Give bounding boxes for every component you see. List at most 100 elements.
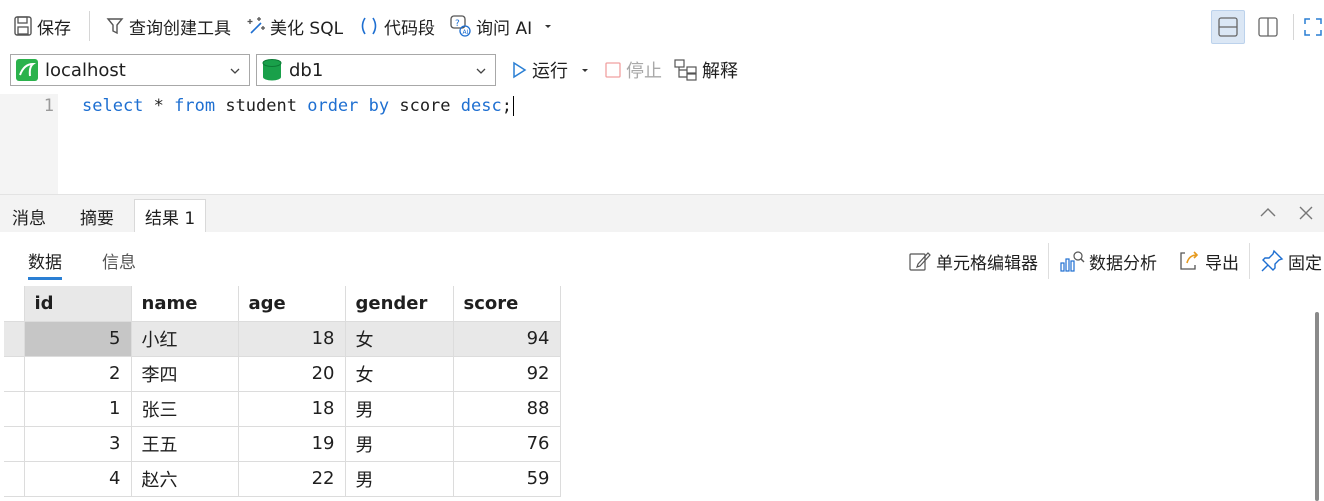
scrollbar-thumb[interactable]	[1315, 312, 1319, 501]
cell-id[interactable]: 3	[23, 425, 132, 462]
ask-ai-button[interactable]: ? AI 询问 AI	[447, 11, 557, 41]
save-button[interactable]: 保存	[10, 11, 73, 41]
cell-score[interactable]: 59	[452, 460, 561, 497]
cell-editor-label: 单元格编辑器	[936, 253, 1038, 274]
split-horizontal-button[interactable]	[1211, 10, 1245, 44]
header-row: id name age gender score	[4, 286, 561, 322]
cell-name[interactable]: 张三	[130, 390, 239, 427]
sql-editor[interactable]: 1 select * from student order by score d…	[0, 94, 1324, 194]
column-header-score[interactable]: score	[452, 286, 561, 322]
table-row[interactable]: 3 王五 19 男 76	[4, 425, 561, 462]
fullscreen-button[interactable]	[1302, 10, 1324, 44]
explain-button[interactable]: 解释	[674, 57, 738, 83]
pin-label: 固定	[1288, 253, 1322, 274]
sql-code-line[interactable]: select * from student order by score des…	[82, 95, 514, 117]
row-header[interactable]	[4, 355, 25, 392]
sql-column-name: score	[389, 96, 461, 116]
column-header-gender[interactable]: gender	[344, 286, 454, 322]
vertical-scrollbar[interactable]	[1312, 286, 1324, 501]
cell-name[interactable]: 赵六	[130, 460, 239, 497]
cell-score[interactable]: 88	[452, 390, 561, 427]
result-table: id name age gender score 5 小红 18 女 94 2 …	[4, 286, 561, 497]
stop-button[interactable]: 停止	[604, 57, 662, 83]
cell-id[interactable]: 4	[23, 460, 132, 497]
query-builder-button[interactable]: 查询创建工具	[102, 11, 233, 41]
cell-age[interactable]: 22	[237, 460, 346, 497]
sql-star: *	[143, 96, 175, 116]
cell-name[interactable]: 王五	[130, 425, 239, 462]
layout-controls	[1205, 10, 1324, 44]
beautify-sql-button[interactable]: 美化 SQL	[243, 11, 345, 41]
close-icon[interactable]	[1296, 203, 1316, 223]
database-select[interactable]: db1	[256, 54, 496, 86]
magic-wand-icon	[247, 17, 265, 34]
subtab-data[interactable]: 数据	[28, 248, 62, 280]
run-button[interactable]: 运行	[510, 57, 592, 83]
result-grid: id name age gender score 5 小红 18 女 94 2 …	[0, 286, 1310, 501]
cell-age[interactable]: 18	[237, 320, 346, 357]
svg-text:AI: AI	[463, 29, 469, 36]
cell-score[interactable]: 92	[452, 355, 561, 392]
keyword-desc: desc	[460, 96, 502, 116]
export-label: 导出	[1205, 253, 1239, 274]
cell-score[interactable]: 76	[452, 425, 561, 462]
row-header[interactable]	[4, 390, 25, 427]
tool-divider	[1249, 243, 1250, 279]
tab-messages[interactable]: 消息	[12, 199, 46, 233]
cell-editor-button[interactable]: 单元格编辑器	[908, 249, 1038, 274]
save-label: 保存	[37, 18, 71, 39]
database-name: db1	[289, 59, 324, 81]
fullscreen-icon	[1304, 18, 1322, 36]
table-row[interactable]: 2 李四 20 女 92	[4, 355, 561, 392]
row-header-corner	[4, 286, 25, 322]
cell-id[interactable]: 5	[23, 320, 132, 357]
subtab-info[interactable]: 信息	[102, 248, 136, 273]
column-header-age[interactable]: age	[237, 286, 346, 322]
cell-score[interactable]: 94	[452, 320, 561, 357]
code-snippet-label: 代码段	[384, 18, 436, 39]
table-row[interactable]: 5 小红 18 女 94	[4, 320, 561, 357]
caret-down-icon[interactable]	[578, 63, 592, 77]
tab-result-1[interactable]: 结果 1	[134, 199, 207, 233]
code-snippet-button[interactable]: 代码段	[355, 11, 437, 41]
run-label: 运行	[532, 61, 568, 82]
table-row[interactable]: 1 张三 18 男 88	[4, 390, 561, 427]
cell-age[interactable]: 19	[237, 425, 346, 462]
column-header-name[interactable]: name	[130, 286, 239, 322]
column-header-id[interactable]: id	[23, 286, 132, 322]
data-analysis-label: 数据分析	[1089, 253, 1157, 274]
tab-summary[interactable]: 摘要	[80, 199, 114, 233]
cell-name[interactable]: 李四	[130, 355, 239, 392]
split-vertical-button[interactable]	[1251, 10, 1285, 44]
parentheses-icon	[361, 17, 377, 35]
cell-id[interactable]: 1	[23, 390, 132, 427]
cell-gender[interactable]: 女	[344, 320, 454, 357]
cell-id[interactable]: 2	[23, 355, 132, 392]
cell-gender[interactable]: 女	[344, 355, 454, 392]
cell-gender[interactable]: 男	[344, 460, 454, 497]
run-controls: 运行 停止 解释	[510, 57, 750, 83]
explain-label: 解释	[702, 61, 738, 82]
chevron-up-icon[interactable]	[1258, 203, 1278, 223]
pin-button[interactable]: 固定	[1260, 249, 1322, 274]
row-header[interactable]	[4, 320, 25, 357]
row-header[interactable]	[4, 425, 25, 462]
cell-gender[interactable]: 男	[344, 390, 454, 427]
export-button[interactable]: 导出	[1177, 249, 1239, 274]
cell-age[interactable]: 20	[237, 355, 346, 392]
cell-age[interactable]: 18	[237, 390, 346, 427]
chevron-down-icon	[476, 68, 486, 74]
explain-plan-icon	[674, 59, 697, 81]
result-tools: 单元格编辑器 数据分析 导出 固定	[898, 243, 1324, 279]
cell-gender[interactable]: 男	[344, 425, 454, 462]
split-vertical-icon	[1258, 17, 1278, 37]
result-toolbar: 数据 信息 单元格编辑器 数据分析 导出 固定	[0, 232, 1324, 286]
server-select[interactable]: localhost	[10, 54, 250, 86]
caret-down-icon[interactable]	[541, 19, 555, 33]
connection-toolbar: localhost db1 运行 停止 解释	[0, 50, 1324, 90]
cell-name[interactable]: 小红	[130, 320, 239, 357]
row-header[interactable]	[4, 460, 25, 497]
table-row[interactable]: 4 赵六 22 男 59	[4, 460, 561, 497]
chevron-down-icon	[230, 68, 240, 74]
data-analysis-button[interactable]: 数据分析	[1059, 249, 1157, 274]
